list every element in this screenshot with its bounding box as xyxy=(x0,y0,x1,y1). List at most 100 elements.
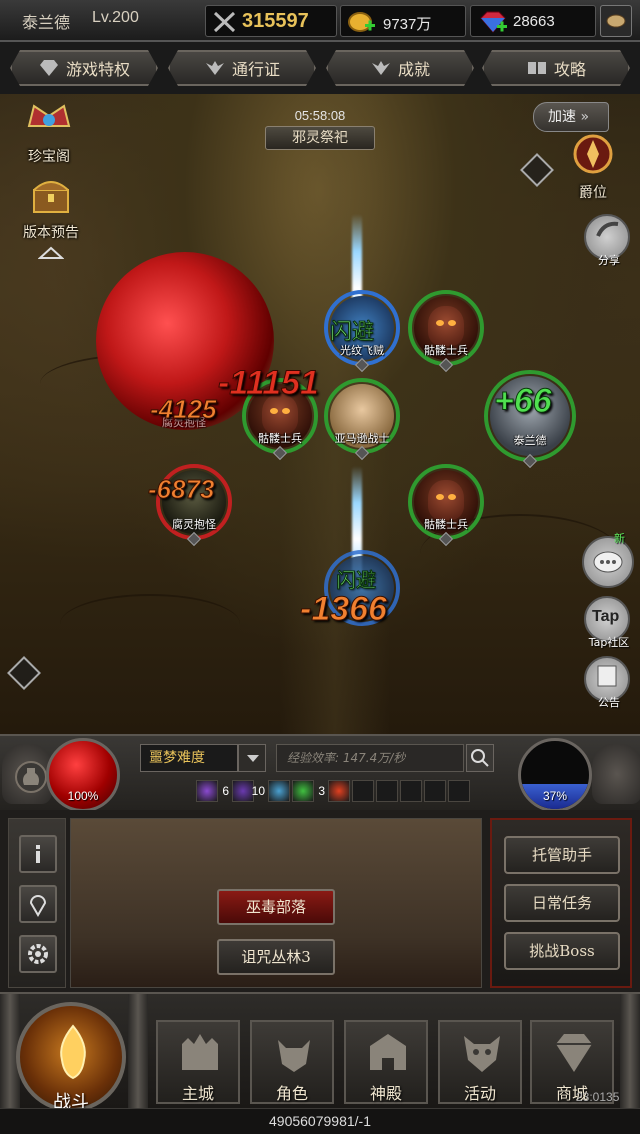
character-tab[interactable]: 角色 xyxy=(250,1020,334,1104)
map-pin-icon xyxy=(29,895,47,917)
buff-slot[interactable]: 6 xyxy=(196,780,229,802)
damage-number: -11151 xyxy=(218,364,320,403)
tap-community-label: Tap社区 xyxy=(588,636,630,649)
coordinate-readout: 23:0135 xyxy=(576,1090,620,1104)
unit-name: 亚马逊战士 xyxy=(334,432,390,445)
difficulty-selector[interactable]: 噩梦难度 xyxy=(140,744,238,772)
heal-number: +66 xyxy=(494,382,553,421)
unit-skeleton-soldier[interactable]: 骷髅士兵 xyxy=(408,464,484,547)
share-button[interactable]: 分享 xyxy=(584,214,630,267)
share-label: 分享 xyxy=(598,254,620,267)
tab-label: 神殿 xyxy=(369,1084,402,1103)
menu-button[interactable] xyxy=(600,5,632,37)
location-next-button[interactable]: 诅咒丛林3 xyxy=(217,939,335,975)
buff-slot[interactable] xyxy=(328,780,350,802)
combat-power-value: 315597 xyxy=(242,10,309,32)
mp-percent: 37% xyxy=(542,789,568,803)
footer-bar: 49056079981/-1 xyxy=(0,1108,640,1134)
potion-icon[interactable] xyxy=(14,760,48,794)
boss-challenge-button[interactable]: 挑战Boss xyxy=(504,932,620,970)
gargoyle-ornament xyxy=(592,744,640,804)
treasure-pavilion-button[interactable]: 珍宝阁 xyxy=(10,96,88,166)
rank-emblem-icon xyxy=(573,134,613,174)
right-action-column: 托管助手 日常任务 挑战Boss xyxy=(490,818,632,988)
tap-logo: Tap xyxy=(592,608,620,625)
battle-button[interactable]: 战斗 xyxy=(16,1002,126,1113)
nav-label: 通行证 xyxy=(231,60,280,79)
search-icon xyxy=(471,749,489,767)
chat-button[interactable]: 新 xyxy=(582,532,634,588)
unit-skeleton-soldier[interactable]: 骷髅士兵 xyxy=(408,290,484,373)
castle-icon xyxy=(182,1034,218,1070)
event-timer: 05:58:08 xyxy=(294,108,346,123)
feature-nav-row: 游戏特权 通行证 成就 攻略 xyxy=(0,42,640,94)
expand-right-icon[interactable] xyxy=(7,656,41,690)
activity-tab[interactable]: 活动 xyxy=(438,1020,522,1104)
rank-button[interactable]: 爵位 xyxy=(554,132,632,202)
temple-tab[interactable]: 神殿 xyxy=(344,1020,428,1104)
tab-label: 角色 xyxy=(275,1084,308,1103)
main-city-tab[interactable]: 主城 xyxy=(156,1020,240,1104)
wings-icon xyxy=(370,59,392,77)
bottom-nav: 战斗 主城 角色 神殿 活动 商城 xyxy=(0,992,640,1113)
gold-display[interactable]: 9737万 xyxy=(340,5,466,37)
battle-pass-button[interactable]: 通行证 xyxy=(168,50,316,86)
damage-number: -4125 xyxy=(150,394,217,425)
empty-buff-slot xyxy=(400,780,422,802)
search-button[interactable] xyxy=(466,744,494,772)
scroll-icon xyxy=(606,14,626,28)
hp-percent: 100% xyxy=(67,789,99,803)
stone-pillar xyxy=(128,994,148,1110)
notice-button[interactable]: 公告 xyxy=(584,656,630,709)
combat-power-display: 315597 xyxy=(205,5,337,37)
battle-scene: 05:58:08 邪灵祭祀 加速 » 珍宝阁 版本预告 爵位 分享 新 Tap … xyxy=(0,94,640,734)
buff-slot[interactable] xyxy=(268,780,290,802)
book-icon xyxy=(526,59,548,77)
wings-icon xyxy=(204,59,226,77)
expand-right-icon[interactable] xyxy=(520,153,554,187)
gold-coin-icon xyxy=(348,12,375,32)
auto-assist-button[interactable]: 托管助手 xyxy=(504,836,620,874)
share-icon xyxy=(596,221,619,237)
daily-tasks-button[interactable]: 日常任务 xyxy=(504,884,620,922)
gem-icon xyxy=(480,11,507,33)
player-name: 泰兰德 xyxy=(22,13,71,32)
version-preview-button[interactable]: 版本预告 xyxy=(12,172,90,242)
collapse-up-icon[interactable] xyxy=(38,246,64,260)
damage-number: -1366 xyxy=(300,590,388,629)
unit-name: 腐灵抱怪 xyxy=(172,518,216,531)
speed-up-button[interactable]: 加速 » xyxy=(533,102,609,132)
buff-count: 6 xyxy=(222,784,229,798)
nav-label: 成就 xyxy=(397,60,430,79)
empty-buff-slot xyxy=(424,780,446,802)
treasure-chest-icon xyxy=(33,181,69,213)
info-button[interactable] xyxy=(19,835,57,873)
stone-pillar xyxy=(620,994,640,1110)
buff-count: 10 xyxy=(251,784,265,798)
treasure-pavilion-label: 珍宝阁 xyxy=(28,149,70,165)
unit-amazon-warrior[interactable]: 亚马逊战士 xyxy=(324,378,400,461)
notice-label: 公告 xyxy=(598,696,620,709)
settings-button[interactable] xyxy=(19,935,57,973)
diamond-icon xyxy=(556,1034,592,1072)
achievement-button[interactable]: 成就 xyxy=(326,50,474,86)
gem-display[interactable]: 28663 xyxy=(470,5,596,37)
mp-globe: 37% xyxy=(518,738,592,812)
tab-label: 主城 xyxy=(181,1084,214,1103)
empty-buff-slot xyxy=(352,780,374,802)
gem-value: 28663 xyxy=(513,13,555,30)
tap-community-button[interactable]: Tap Tap社区 xyxy=(584,596,630,649)
event-banner: 05:58:08 邪灵祭祀 xyxy=(120,100,520,150)
location-button[interactable] xyxy=(19,885,57,923)
nav-label: 攻略 xyxy=(553,60,586,79)
treasure-crown-icon xyxy=(27,104,71,127)
location-current-button[interactable]: 巫毒部落 xyxy=(217,889,335,925)
buff-slot[interactable]: 10 xyxy=(232,780,265,802)
buff-slot[interactable]: 3 xyxy=(292,780,325,802)
guide-button[interactable]: 攻略 xyxy=(482,50,630,86)
chevron-down-icon[interactable] xyxy=(238,744,266,772)
new-badge: 新 xyxy=(614,532,625,545)
player-level: Lv.200 xyxy=(92,9,139,26)
game-privilege-button[interactable]: 游戏特权 xyxy=(10,50,158,86)
exp-rate-display: 经验效率: 147.4万/秒 xyxy=(276,744,464,772)
